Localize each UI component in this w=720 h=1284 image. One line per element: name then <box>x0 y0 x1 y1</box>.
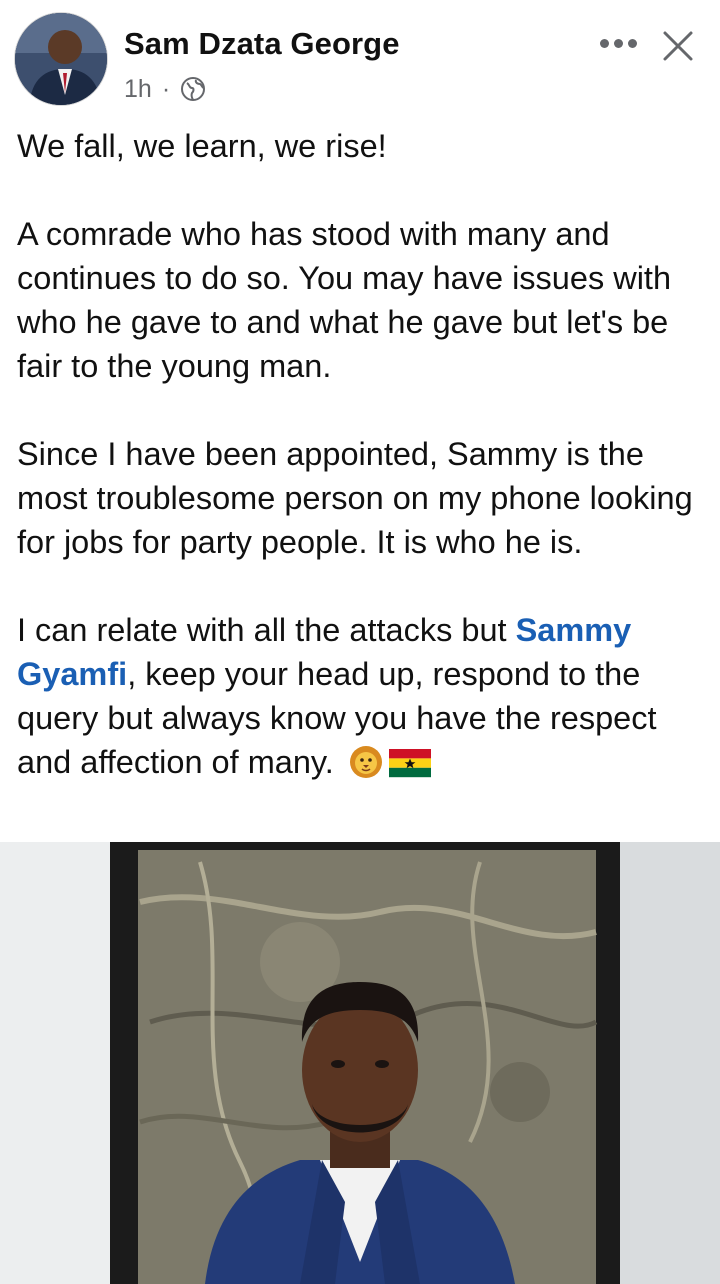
post-time[interactable]: 1h <box>124 75 152 104</box>
paragraph-text: I can relate with all the attacks but <box>17 612 516 648</box>
post-text: We fall, we learn, we rise! A comrade wh… <box>17 124 707 790</box>
post-header: Sam Dzata George 1h · <box>0 0 720 112</box>
close-icon[interactable] <box>656 24 700 68</box>
post-paragraph: A comrade who has stood with many and co… <box>17 216 672 384</box>
post-paragraph: Since I have been appointed, Sammy is th… <box>17 436 693 560</box>
globe-icon[interactable] <box>180 76 206 102</box>
author-name[interactable]: Sam Dzata George <box>124 26 400 62</box>
meta-separator: · <box>161 74 171 103</box>
more-options-icon[interactable] <box>592 26 644 60</box>
post-meta: 1h · <box>124 72 206 106</box>
post-photo[interactable] <box>0 842 720 1284</box>
lion-face-emoji <box>347 745 385 790</box>
facebook-post: Sam Dzata George 1h · We fall, we learn,… <box>0 0 720 1284</box>
author-avatar[interactable] <box>14 12 108 106</box>
ghana-flag-emoji <box>388 746 431 790</box>
photo-picture <box>0 842 720 1284</box>
avatar-picture <box>15 13 107 105</box>
post-paragraph: I can relate with all the attacks but Sa… <box>17 608 707 790</box>
post-paragraph: We fall, we learn, we rise! <box>17 128 387 164</box>
